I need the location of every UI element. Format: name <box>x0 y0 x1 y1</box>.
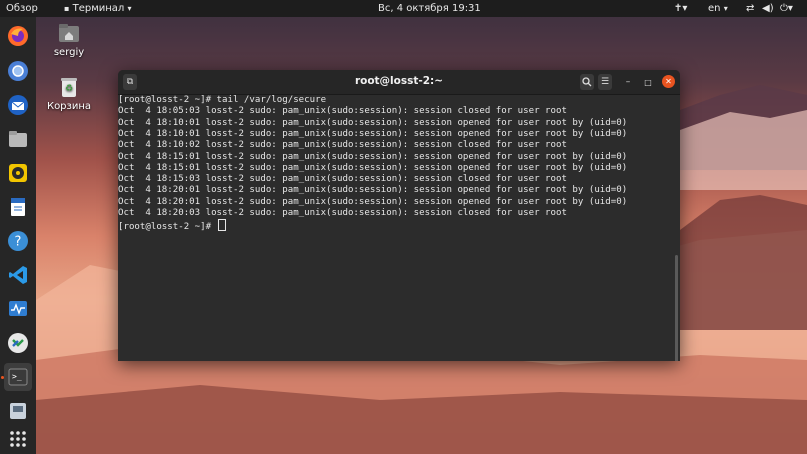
system-monitor-icon <box>9 301 27 316</box>
firefox-icon <box>8 26 28 46</box>
terminal-cursor <box>217 219 226 232</box>
chevron-down-icon: ▾ <box>723 4 728 13</box>
clock[interactable]: Вс, 4 октября 19:31 <box>378 2 481 15</box>
app-grid-icon <box>10 431 26 447</box>
maximize-icon: □ <box>644 77 652 87</box>
dock-chromium[interactable] <box>4 57 32 85</box>
close-icon: ✕ <box>665 77 672 86</box>
writer-icon <box>11 198 25 216</box>
chromium-icon <box>8 61 28 81</box>
help-icon: ? <box>8 231 28 251</box>
terminal-line: [root@losst-2 ~]# tail /var/log/secure <box>118 95 327 105</box>
dock-help[interactable]: ? <box>4 227 32 255</box>
remote-desktop-icon <box>8 333 28 353</box>
terminal-icon: >_ <box>8 368 28 386</box>
minimize-button[interactable]: – <box>622 74 634 90</box>
lang-label: en <box>708 3 721 14</box>
desktop-home-folder[interactable]: sergiy <box>44 22 94 58</box>
network-icon[interactable]: ⇄ <box>746 2 754 15</box>
dock-remote-desktop[interactable] <box>4 329 32 357</box>
dock-media-writer[interactable] <box>4 397 32 425</box>
dock-app-grid[interactable] <box>4 425 32 453</box>
terminal-line: Oct 4 18:10:02 losst-2 sudo: pam_unix(su… <box>118 140 567 151</box>
running-indicator <box>1 376 4 379</box>
vscode-icon <box>9 266 27 284</box>
terminal-window: ⧉ root@losst-2:~ ☰ – □ ✕ [root@losst-2 ~… <box>118 70 680 361</box>
dock-rhythmbox[interactable] <box>4 159 32 187</box>
window-title: root@losst-2:~ <box>354 75 444 87</box>
search-icon <box>582 77 592 87</box>
window-titlebar[interactable]: ⧉ root@losst-2:~ ☰ – □ ✕ <box>118 70 680 95</box>
dock-firefox[interactable] <box>4 22 32 50</box>
close-button[interactable]: ✕ <box>662 75 675 88</box>
terminal-line: Oct 4 18:15:01 losst-2 sudo: pam_unix(su… <box>118 151 628 162</box>
terminal-line: Oct 4 18:20:01 losst-2 sudo: pam_unix(su… <box>118 185 628 196</box>
terminal-line: Oct 4 18:05:03 losst-2 sudo: pam_unix(su… <box>118 106 567 117</box>
trash-label: Корзина <box>46 101 92 112</box>
dock-writer[interactable] <box>4 193 32 221</box>
app-menu-button[interactable]: ▪ Терминал ▾ <box>64 2 132 15</box>
chevron-down-icon: ▾ <box>127 4 132 13</box>
terminal-line: Oct 4 18:20:03 losst-2 sudo: pam_unix(su… <box>118 208 567 218</box>
svg-text:♻: ♻ <box>65 84 73 94</box>
home-folder-label: sergiy <box>53 47 85 58</box>
files-icon <box>9 131 27 147</box>
rhythmbox-icon <box>9 164 27 182</box>
terminal-line: Oct 4 18:15:03 losst-2 sudo: pam_unix(su… <box>118 174 567 185</box>
thunderbird-icon <box>8 95 28 115</box>
terminal-line: Oct 4 18:15:01 losst-2 sudo: pam_unix(su… <box>118 162 628 173</box>
app-menu-label: Терминал <box>72 3 125 14</box>
hamburger-menu-button[interactable]: ☰ <box>598 74 612 90</box>
dock-vscode[interactable] <box>4 261 32 289</box>
terminal-line: Oct 4 18:10:01 losst-2 sudo: pam_unix(su… <box>118 128 628 139</box>
accessibility-icon[interactable]: ✝▾ <box>674 2 687 15</box>
volume-icon[interactable]: ◀) <box>762 2 774 15</box>
dock-terminal[interactable]: >_ <box>4 363 32 391</box>
hamburger-icon: ☰ <box>600 77 610 87</box>
terminal-menu-icon: ▪ <box>64 4 70 13</box>
dock-system-monitor[interactable] <box>4 295 32 323</box>
terminal-line: Oct 4 18:20:01 losst-2 sudo: pam_unix(su… <box>118 196 628 207</box>
dock-thunderbird[interactable] <box>4 91 32 119</box>
terminal-prompt-line: [root@losst-2 ~]# <box>118 219 226 233</box>
keyboard-layout-button[interactable]: en ▾ <box>708 2 728 15</box>
home-folder-icon <box>59 24 79 42</box>
svg-text:>_: >_ <box>12 372 22 381</box>
power-icon[interactable]: ⏻▾ <box>780 2 793 15</box>
desktop-trash[interactable]: ♻ Корзина <box>44 76 94 112</box>
terminal-output[interactable]: [root@losst-2 ~]# tail /var/log/secure O… <box>118 95 680 361</box>
dock: ? >_ <box>0 17 36 454</box>
svg-text:?: ? <box>15 235 22 250</box>
terminal-prompt: [root@losst-2 ~]# <box>118 222 217 233</box>
terminal-scrollbar[interactable] <box>675 255 678 361</box>
top-bar: Обзор ▪ Терминал ▾ Вс, 4 октября 19:31 ✝… <box>0 0 807 17</box>
maximize-button[interactable]: □ <box>642 74 654 90</box>
terminal-line: Oct 4 18:10:01 losst-2 sudo: pam_unix(su… <box>118 117 628 128</box>
search-button[interactable] <box>580 74 594 90</box>
minimize-icon: – <box>625 77 631 87</box>
media-writer-icon <box>10 403 26 419</box>
dock-files[interactable] <box>4 125 32 153</box>
trash-icon: ♻ <box>61 78 77 97</box>
activities-button[interactable]: Обзор <box>6 2 38 15</box>
